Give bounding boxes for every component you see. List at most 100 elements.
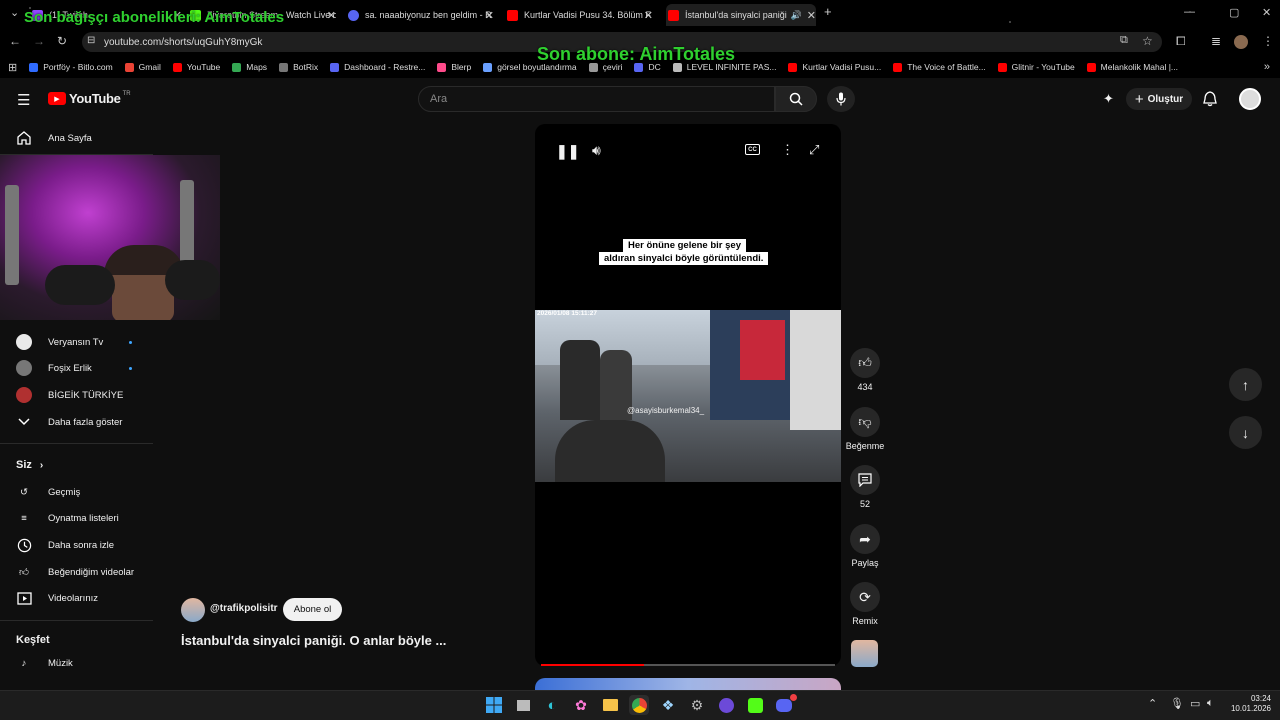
channel-avatar[interactable] (181, 598, 205, 622)
close-icon[interactable]: ✕ (327, 9, 336, 22)
voice-search-button[interactable] (827, 86, 855, 112)
subscribe-button[interactable]: Abone ol (283, 598, 342, 621)
hamburger-menu-icon[interactable]: ☰ (17, 91, 30, 109)
start-icon[interactable] (484, 695, 504, 715)
subscriber-overlay: Son abone: AimTotales (537, 44, 736, 64)
sidebar-item-liked[interactable]: 👍︎ Beğendiğim videolar (16, 562, 134, 582)
bookmark-item[interactable]: Portföy - Bitlo.com (29, 62, 113, 72)
system-clock[interactable]: 03:24 10.01.2026 (1227, 694, 1271, 714)
audio-icon[interactable]: 🔊 (791, 10, 802, 21)
more-bookmarks-icon[interactable]: » (1264, 61, 1270, 73)
close-icon[interactable]: ✕ (485, 9, 494, 22)
tab-3[interactable]: sa. naaabiyonuz ben geldim - R ✕ (348, 4, 494, 26)
bookmark-item[interactable]: Dashboard - Restre... (330, 62, 425, 72)
tab-5-active[interactable]: İstanbul'da sinyalci paniği 🔊 ✕ (666, 4, 816, 26)
maximize-button[interactable]: ▢ (1229, 6, 1239, 19)
channel-handle[interactable]: @trafikpolisitr (210, 603, 278, 614)
sidebar-item-sub-2[interactable]: BİGEİK TÜRKİYE (16, 385, 123, 405)
sound-thumbnail[interactable] (851, 640, 878, 667)
comments-button[interactable] (850, 465, 880, 495)
next-short-preview[interactable] (535, 678, 841, 690)
edge-icon[interactable]: ◐ (542, 695, 562, 715)
close-icon[interactable]: ✕ (807, 9, 816, 22)
reload-icon[interactable]: ↻ (57, 34, 67, 48)
like-button[interactable]: 👍︎ (850, 348, 880, 378)
tray-chevron-icon[interactable]: ⌃ (1148, 697, 1157, 710)
apps-grid-icon[interactable]: ⊞ (8, 61, 17, 74)
volume-icon[interactable]: 🔊︎ (592, 142, 601, 159)
profile-avatar[interactable] (1234, 35, 1248, 49)
bookmark-item[interactable]: YouTube (172, 62, 220, 72)
sidebar-section-you[interactable]: Siz › (16, 459, 43, 471)
share-button[interactable]: ➦ (850, 524, 880, 554)
new-tab-button[interactable]: + (824, 4, 832, 19)
sidebar-item-sub-0[interactable]: Veryansın Tv (16, 332, 103, 352)
task-view-icon[interactable] (513, 695, 533, 715)
sidebar-item-history[interactable]: ↺ Geçmiş (16, 482, 80, 502)
forward-icon[interactable]: → (33, 34, 45, 48)
tray-display-icon[interactable]: ▭ (1190, 697, 1200, 710)
extensions-icon[interactable]: ⧠ (1176, 34, 1186, 49)
bookmark-star-icon[interactable]: ☆ (1142, 34, 1153, 48)
settings-gear-icon[interactable]: ⚙ (687, 695, 707, 715)
next-short-button[interactable]: ↓ (1229, 416, 1262, 449)
sidebar-show-more[interactable]: Daha fazla göster (16, 412, 122, 432)
captions-icon[interactable]: CC (745, 144, 760, 155)
youtube-logo[interactable]: ▶ YouTube TR (48, 91, 131, 106)
url-text: youtube.com/shorts/uqGuhY8myGk (104, 36, 263, 48)
tab-4[interactable]: Kurtlar Vadisi Pusu 34. Bölüm F ✕ (507, 4, 653, 26)
copilot-icon[interactable]: ✿ (571, 695, 591, 715)
minimize-button[interactable]: — (1184, 6, 1195, 18)
short-title[interactable]: İstanbul'da sinyalci paniği. O anlar böy… (181, 633, 446, 648)
remix-button[interactable]: ⟳ (850, 582, 880, 612)
back-icon[interactable]: ← (9, 34, 21, 48)
bookmark-item[interactable]: Kurtlar Vadisi Pusu... (788, 62, 881, 72)
account-avatar[interactable] (1239, 88, 1261, 110)
bookmark-item[interactable]: The Voice of Battle... (893, 62, 986, 72)
bookmark-item[interactable]: Melankolik Mahal |... (1086, 62, 1178, 72)
notifications-bell-icon[interactable] (1203, 91, 1217, 107)
browser-menu-icon[interactable]: ⋮ (1262, 34, 1274, 48)
progress-fill (541, 664, 644, 666)
pause-icon[interactable]: ❚❚ (556, 143, 579, 160)
create-button[interactable]: + Oluştur (1126, 88, 1192, 110)
more-options-icon[interactable]: ⋮ (781, 142, 794, 158)
bookmark-favicon-icon (1086, 62, 1096, 72)
tray-microphone-icon[interactable]: 🎙︎ (1170, 697, 1184, 710)
divider (0, 443, 153, 444)
sidebar-item-home[interactable]: Ana Sayfa (16, 128, 92, 148)
obs-icon[interactable] (716, 695, 736, 715)
tray-volume-icon[interactable]: 🔈︎ (1207, 697, 1214, 710)
ai-sparkle-icon[interactable]: ✦ (1103, 91, 1114, 107)
network-app-icon[interactable]: ❖ (658, 695, 678, 715)
sidebar-item-sub-1[interactable]: Foşix Erlik (16, 358, 92, 378)
close-icon[interactable]: ✕ (644, 9, 653, 22)
bookmark-item[interactable]: Gmail (124, 62, 161, 72)
progress-track[interactable] (541, 664, 835, 666)
kick-app-icon[interactable] (745, 695, 765, 715)
foreground-object (555, 420, 665, 482)
install-app-icon[interactable]: ⧉ (1120, 34, 1128, 47)
bookmark-item[interactable]: Glitnir - YouTube (997, 62, 1075, 72)
sidebar-item-music[interactable]: ♪ Müzik (16, 653, 73, 673)
sidebar-item-watch-later[interactable]: Daha sonra izle (16, 535, 114, 555)
like-count: 434 (857, 382, 873, 392)
bookmark-item[interactable]: Blerp (437, 62, 471, 72)
previous-short-button[interactable]: ↑ (1229, 368, 1262, 401)
file-explorer-icon[interactable] (600, 695, 620, 715)
chrome-icon[interactable] (629, 695, 649, 715)
search-button[interactable] (775, 86, 817, 112)
reading-list-icon[interactable]: ≣ (1211, 34, 1221, 48)
bookmark-item[interactable]: Maps (232, 62, 267, 72)
sidebar-label: Geçmiş (48, 486, 81, 498)
sidebar-item-playlists[interactable]: ≡ Oynatma listeleri (16, 508, 119, 528)
dislike-button[interactable]: 👎︎ (850, 407, 880, 437)
site-info-icon[interactable]: ⊟ (87, 35, 95, 46)
bookmark-favicon-icon (997, 62, 1007, 72)
search-input[interactable]: Ara (418, 86, 775, 112)
bookmark-item[interactable]: BotRix (279, 62, 318, 72)
window-close-button[interactable]: ✕ (1262, 6, 1271, 19)
sidebar-item-your-videos[interactable]: Videolarınız (16, 588, 98, 608)
fullscreen-icon[interactable]: ⤢ (809, 142, 819, 158)
tab-search-icon[interactable]: ⌄ (10, 6, 19, 19)
